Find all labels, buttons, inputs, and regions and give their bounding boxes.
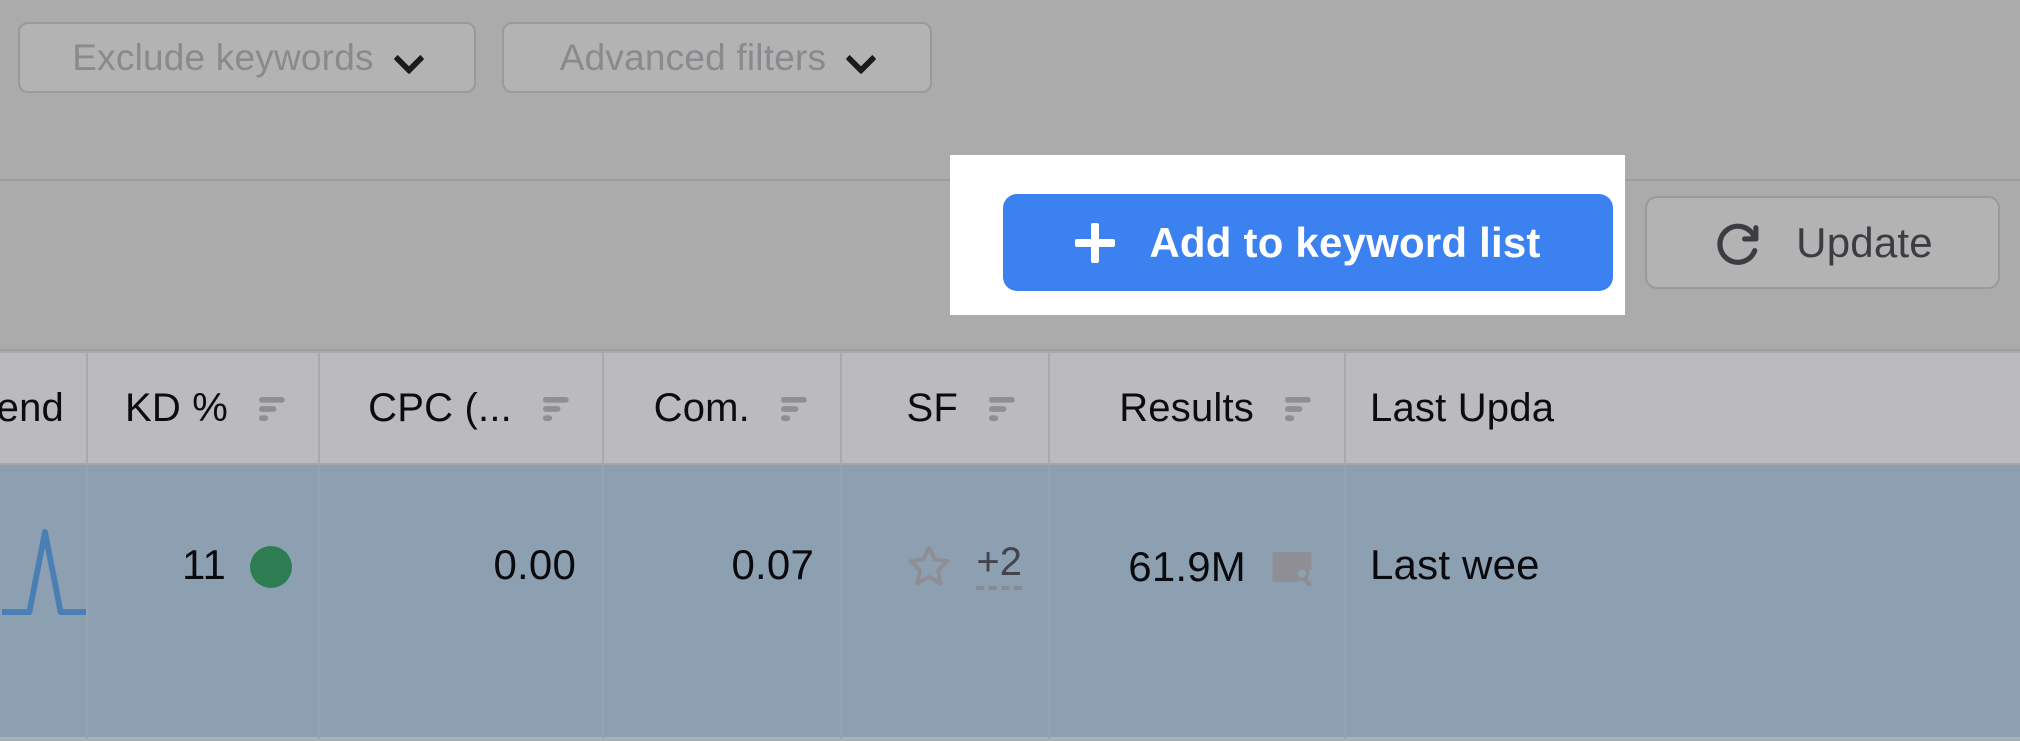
column-header-last-updated-label: Last Upda bbox=[1370, 385, 1555, 430]
table-header-row: end KD % CPC (... Com. SF Results Last U… bbox=[0, 353, 2020, 465]
cell-results: 61.9M bbox=[1050, 465, 1346, 739]
sf-extra-count[interactable]: +2 bbox=[976, 542, 1022, 590]
column-header-cpc[interactable]: CPC (... bbox=[320, 353, 604, 463]
column-header-trend-label: end bbox=[0, 385, 64, 430]
kd-value-group: 11 bbox=[182, 541, 292, 589]
advanced-filters-label: Advanced filters bbox=[559, 36, 827, 78]
chevron-down-icon bbox=[848, 45, 874, 71]
cell-com: 0.07 bbox=[604, 465, 842, 739]
com-value: 0.07 bbox=[731, 541, 814, 588]
column-header-last-updated[interactable]: Last Upda bbox=[1346, 353, 2020, 463]
column-header-results-label: Results bbox=[1119, 385, 1254, 430]
cpc-value: 0.00 bbox=[493, 541, 576, 588]
table-row[interactable]: 11 0.00 0.07 +2 61.9M Last wee bbox=[0, 465, 2020, 739]
column-header-sf[interactable]: SF bbox=[842, 353, 1050, 463]
refresh-icon bbox=[1717, 223, 1759, 265]
table-toolbar: Add to keyword list Update bbox=[0, 155, 2020, 351]
sf-group: +2 bbox=[904, 541, 1022, 591]
update-button[interactable]: Update bbox=[1645, 196, 2000, 289]
column-header-kd-label: KD % bbox=[124, 385, 228, 430]
keywords-table: end KD % CPC (... Com. SF Results Last U… bbox=[0, 353, 2020, 739]
column-header-com-label: Com. bbox=[653, 385, 750, 430]
chevron-down-icon bbox=[396, 45, 422, 71]
filter-bar: Exclude keywords Advanced filters bbox=[0, 0, 2020, 181]
column-header-sf-label: SF bbox=[906, 385, 958, 430]
sort-icon[interactable] bbox=[532, 386, 576, 430]
serp-preview-icon[interactable] bbox=[1266, 541, 1318, 593]
column-header-cpc-label: CPC (... bbox=[368, 385, 512, 430]
update-label: Update bbox=[1796, 218, 1933, 266]
cell-trend bbox=[0, 465, 88, 739]
column-header-results[interactable]: Results bbox=[1050, 353, 1346, 463]
sort-icon[interactable] bbox=[770, 386, 814, 430]
sort-icon[interactable] bbox=[978, 386, 1022, 430]
trend-sparkline bbox=[2, 529, 86, 615]
cell-cpc: 0.00 bbox=[320, 465, 604, 739]
kd-difficulty-dot bbox=[250, 546, 292, 588]
exclude-keywords-filter-button[interactable]: Exclude keywords bbox=[18, 22, 476, 93]
keyword-magic-tool-screen: Exclude keywords Advanced filters Add to… bbox=[0, 0, 2020, 741]
column-header-kd[interactable]: KD % bbox=[88, 353, 320, 463]
cell-last-updated: Last wee bbox=[1346, 465, 2020, 739]
results-group: 61.9M bbox=[1128, 541, 1318, 593]
sort-icon[interactable] bbox=[1274, 386, 1318, 430]
star-icon[interactable] bbox=[904, 541, 954, 591]
plus-icon bbox=[1075, 222, 1116, 263]
column-header-trend[interactable]: end bbox=[0, 353, 88, 463]
advanced-filters-button[interactable]: Advanced filters bbox=[502, 22, 932, 93]
kd-value: 11 bbox=[182, 541, 226, 588]
column-header-com[interactable]: Com. bbox=[604, 353, 842, 463]
sort-icon[interactable] bbox=[248, 386, 292, 430]
last-updated-value: Last wee bbox=[1370, 541, 1540, 588]
add-to-keyword-list-label: Add to keyword list bbox=[1149, 218, 1541, 266]
cell-sf: +2 bbox=[842, 465, 1050, 739]
cell-kd: 11 bbox=[88, 465, 320, 739]
results-value: 61.9M bbox=[1128, 543, 1246, 590]
add-to-keyword-list-button[interactable]: Add to keyword list bbox=[1003, 194, 1613, 291]
exclude-keywords-label: Exclude keywords bbox=[72, 36, 374, 78]
